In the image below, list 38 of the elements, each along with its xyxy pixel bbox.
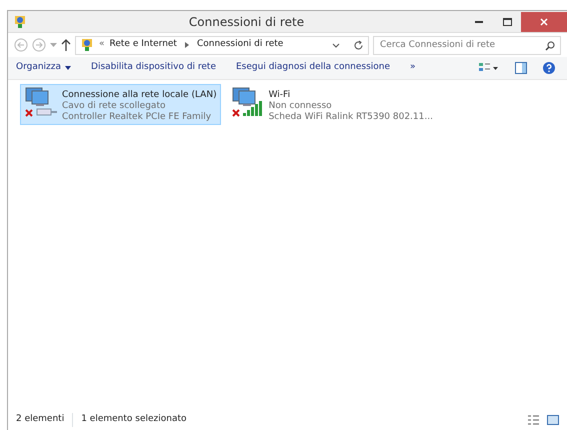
breadcrumb-item[interactable]: Rete e Internet <box>110 38 177 52</box>
connection-name: Connessione alla rete locale (LAN) <box>62 90 217 101</box>
address-bar[interactable]: « Rete e Internet Connessioni di rete <box>75 36 369 54</box>
network-icon <box>12 14 28 30</box>
connection-name: Wi-Fi <box>268 90 292 101</box>
overflow-marker[interactable]: « <box>99 38 105 52</box>
toolbar-button[interactable]: Organizza <box>16 61 72 75</box>
close-button[interactable] <box>521 12 567 32</box>
status-text: 1 elemento selezionato <box>72 413 187 427</box>
up-icon[interactable] <box>61 39 71 51</box>
search-icon <box>545 40 555 50</box>
minimize-icon <box>475 20 483 22</box>
details-view-icon[interactable] <box>528 415 539 425</box>
connection-item[interactable]: Connessione alla rete locale (LAN) Cavo di rete scollegato Controller Realtek PCIe FE Family <box>20 84 221 125</box>
close-icon <box>540 18 548 26</box>
network-icon <box>80 38 94 52</box>
chevron-icon[interactable] <box>184 42 189 48</box>
more-commands-button[interactable]: » <box>410 61 416 75</box>
wireless-adapter-icon <box>230 86 265 118</box>
view-options-icon[interactable] <box>479 62 499 74</box>
refresh-icon[interactable] <box>353 40 364 50</box>
breadcrumb-item[interactable]: Connessioni di rete <box>196 38 284 52</box>
connection-status: Non connesso <box>268 101 333 112</box>
device-name: Scheda WiFi Ralink RT5390 802.11... <box>268 112 433 123</box>
device-name: Controller Realtek PCIe FE Family <box>62 112 212 123</box>
maximize-icon <box>502 18 512 26</box>
connection-item[interactable]: Wi-Fi Non connesso Scheda WiFi Ralink RT5390 802.11... <box>226 84 437 125</box>
status-text: 2 elementi <box>16 413 64 426</box>
window-title: Connessioni di rete <box>188 14 306 30</box>
toolbar-button[interactable]: Esegui diagnosi della connessione <box>236 61 390 75</box>
dropdown-icon[interactable] <box>332 42 340 48</box>
preview-pane-icon[interactable] <box>515 62 527 74</box>
large-icons-view-icon[interactable] <box>547 415 559 425</box>
connection-status: Cavo di rete scollegato <box>62 101 166 112</box>
toolbar-button[interactable]: Disabilita dispositivo di rete <box>91 61 216 75</box>
search-field[interactable]: Cerca Connessioni di rete <box>373 36 561 54</box>
network-adapter-icon <box>24 86 58 118</box>
help-icon[interactable] <box>543 62 555 74</box>
